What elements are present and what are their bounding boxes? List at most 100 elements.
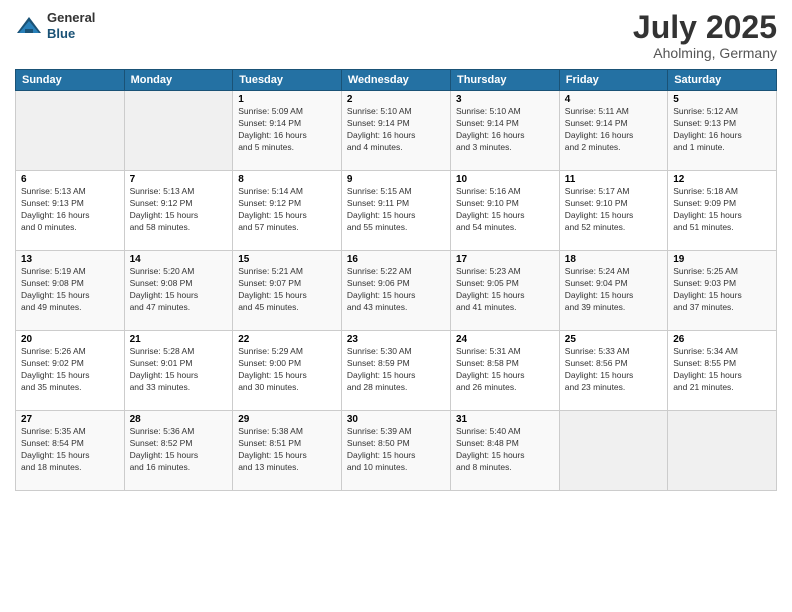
day-number: 29 — [238, 414, 336, 425]
title-block: July 2025 Aholming, Germany — [633, 10, 777, 61]
day-number: 10 — [456, 174, 554, 185]
table-row: 29Sunrise: 5:38 AM Sunset: 8:51 PM Dayli… — [233, 411, 342, 491]
logo-text: General Blue — [47, 10, 95, 41]
day-number: 5 — [673, 94, 771, 105]
col-tuesday: Tuesday — [233, 70, 342, 91]
day-number: 26 — [673, 334, 771, 345]
day-number: 1 — [238, 94, 336, 105]
calendar-week-4: 20Sunrise: 5:26 AM Sunset: 9:02 PM Dayli… — [16, 331, 777, 411]
col-sunday: Sunday — [16, 70, 125, 91]
day-number: 28 — [130, 414, 228, 425]
logo-icon — [15, 15, 43, 37]
day-info: Sunrise: 5:35 AM Sunset: 8:54 PM Dayligh… — [21, 426, 119, 474]
col-thursday: Thursday — [450, 70, 559, 91]
logo: General Blue — [15, 10, 95, 41]
day-info: Sunrise: 5:36 AM Sunset: 8:52 PM Dayligh… — [130, 426, 228, 474]
day-info: Sunrise: 5:31 AM Sunset: 8:58 PM Dayligh… — [456, 346, 554, 394]
day-number: 12 — [673, 174, 771, 185]
day-info: Sunrise: 5:34 AM Sunset: 8:55 PM Dayligh… — [673, 346, 771, 394]
table-row: 7Sunrise: 5:13 AM Sunset: 9:12 PM Daylig… — [124, 171, 233, 251]
table-row — [16, 91, 125, 171]
table-row: 6Sunrise: 5:13 AM Sunset: 9:13 PM Daylig… — [16, 171, 125, 251]
table-row: 26Sunrise: 5:34 AM Sunset: 8:55 PM Dayli… — [668, 331, 777, 411]
day-number: 8 — [238, 174, 336, 185]
col-monday: Monday — [124, 70, 233, 91]
day-number: 14 — [130, 254, 228, 265]
col-friday: Friday — [559, 70, 667, 91]
table-row: 24Sunrise: 5:31 AM Sunset: 8:58 PM Dayli… — [450, 331, 559, 411]
day-info: Sunrise: 5:13 AM Sunset: 9:12 PM Dayligh… — [130, 186, 228, 234]
table-row: 23Sunrise: 5:30 AM Sunset: 8:59 PM Dayli… — [341, 331, 450, 411]
calendar-week-2: 6Sunrise: 5:13 AM Sunset: 9:13 PM Daylig… — [16, 171, 777, 251]
location: Aholming, Germany — [633, 45, 777, 61]
day-info: Sunrise: 5:29 AM Sunset: 9:00 PM Dayligh… — [238, 346, 336, 394]
day-info: Sunrise: 5:23 AM Sunset: 9:05 PM Dayligh… — [456, 266, 554, 314]
page: General Blue July 2025 Aholming, Germany… — [0, 0, 792, 612]
calendar-week-5: 27Sunrise: 5:35 AM Sunset: 8:54 PM Dayli… — [16, 411, 777, 491]
day-number: 27 — [21, 414, 119, 425]
day-number: 17 — [456, 254, 554, 265]
day-info: Sunrise: 5:38 AM Sunset: 8:51 PM Dayligh… — [238, 426, 336, 474]
day-number: 23 — [347, 334, 445, 345]
table-row: 21Sunrise: 5:28 AM Sunset: 9:01 PM Dayli… — [124, 331, 233, 411]
day-number: 4 — [565, 94, 662, 105]
day-info: Sunrise: 5:19 AM Sunset: 9:08 PM Dayligh… — [21, 266, 119, 314]
table-row: 17Sunrise: 5:23 AM Sunset: 9:05 PM Dayli… — [450, 251, 559, 331]
table-row: 16Sunrise: 5:22 AM Sunset: 9:06 PM Dayli… — [341, 251, 450, 331]
table-row: 11Sunrise: 5:17 AM Sunset: 9:10 PM Dayli… — [559, 171, 667, 251]
table-row: 22Sunrise: 5:29 AM Sunset: 9:00 PM Dayli… — [233, 331, 342, 411]
day-number: 21 — [130, 334, 228, 345]
day-number: 30 — [347, 414, 445, 425]
day-info: Sunrise: 5:28 AM Sunset: 9:01 PM Dayligh… — [130, 346, 228, 394]
day-number: 20 — [21, 334, 119, 345]
day-info: Sunrise: 5:13 AM Sunset: 9:13 PM Dayligh… — [21, 186, 119, 234]
day-info: Sunrise: 5:12 AM Sunset: 9:13 PM Dayligh… — [673, 106, 771, 154]
day-info: Sunrise: 5:26 AM Sunset: 9:02 PM Dayligh… — [21, 346, 119, 394]
day-number: 9 — [347, 174, 445, 185]
day-info: Sunrise: 5:21 AM Sunset: 9:07 PM Dayligh… — [238, 266, 336, 314]
table-row: 19Sunrise: 5:25 AM Sunset: 9:03 PM Dayli… — [668, 251, 777, 331]
calendar-table: Sunday Monday Tuesday Wednesday Thursday… — [15, 69, 777, 491]
col-saturday: Saturday — [668, 70, 777, 91]
logo-blue: Blue — [47, 26, 95, 42]
table-row: 20Sunrise: 5:26 AM Sunset: 9:02 PM Dayli… — [16, 331, 125, 411]
day-info: Sunrise: 5:40 AM Sunset: 8:48 PM Dayligh… — [456, 426, 554, 474]
day-info: Sunrise: 5:18 AM Sunset: 9:09 PM Dayligh… — [673, 186, 771, 234]
table-row — [668, 411, 777, 491]
day-number: 25 — [565, 334, 662, 345]
table-row: 4Sunrise: 5:11 AM Sunset: 9:14 PM Daylig… — [559, 91, 667, 171]
table-row: 5Sunrise: 5:12 AM Sunset: 9:13 PM Daylig… — [668, 91, 777, 171]
table-row: 8Sunrise: 5:14 AM Sunset: 9:12 PM Daylig… — [233, 171, 342, 251]
table-row: 27Sunrise: 5:35 AM Sunset: 8:54 PM Dayli… — [16, 411, 125, 491]
table-row: 25Sunrise: 5:33 AM Sunset: 8:56 PM Dayli… — [559, 331, 667, 411]
day-info: Sunrise: 5:10 AM Sunset: 9:14 PM Dayligh… — [347, 106, 445, 154]
day-number: 16 — [347, 254, 445, 265]
table-row: 28Sunrise: 5:36 AM Sunset: 8:52 PM Dayli… — [124, 411, 233, 491]
table-row: 14Sunrise: 5:20 AM Sunset: 9:08 PM Dayli… — [124, 251, 233, 331]
table-row: 15Sunrise: 5:21 AM Sunset: 9:07 PM Dayli… — [233, 251, 342, 331]
day-number: 18 — [565, 254, 662, 265]
day-info: Sunrise: 5:25 AM Sunset: 9:03 PM Dayligh… — [673, 266, 771, 314]
day-number: 6 — [21, 174, 119, 185]
day-number: 3 — [456, 94, 554, 105]
day-number: 7 — [130, 174, 228, 185]
day-number: 22 — [238, 334, 336, 345]
day-info: Sunrise: 5:16 AM Sunset: 9:10 PM Dayligh… — [456, 186, 554, 234]
header: General Blue July 2025 Aholming, Germany — [15, 10, 777, 61]
table-row: 2Sunrise: 5:10 AM Sunset: 9:14 PM Daylig… — [341, 91, 450, 171]
calendar-week-1: 1Sunrise: 5:09 AM Sunset: 9:14 PM Daylig… — [16, 91, 777, 171]
table-row: 3Sunrise: 5:10 AM Sunset: 9:14 PM Daylig… — [450, 91, 559, 171]
table-row: 31Sunrise: 5:40 AM Sunset: 8:48 PM Dayli… — [450, 411, 559, 491]
day-number: 11 — [565, 174, 662, 185]
table-row: 1Sunrise: 5:09 AM Sunset: 9:14 PM Daylig… — [233, 91, 342, 171]
day-number: 2 — [347, 94, 445, 105]
day-number: 24 — [456, 334, 554, 345]
table-row — [124, 91, 233, 171]
day-info: Sunrise: 5:33 AM Sunset: 8:56 PM Dayligh… — [565, 346, 662, 394]
day-info: Sunrise: 5:11 AM Sunset: 9:14 PM Dayligh… — [565, 106, 662, 154]
day-info: Sunrise: 5:24 AM Sunset: 9:04 PM Dayligh… — [565, 266, 662, 314]
day-info: Sunrise: 5:30 AM Sunset: 8:59 PM Dayligh… — [347, 346, 445, 394]
day-number: 13 — [21, 254, 119, 265]
table-row — [559, 411, 667, 491]
table-row: 9Sunrise: 5:15 AM Sunset: 9:11 PM Daylig… — [341, 171, 450, 251]
